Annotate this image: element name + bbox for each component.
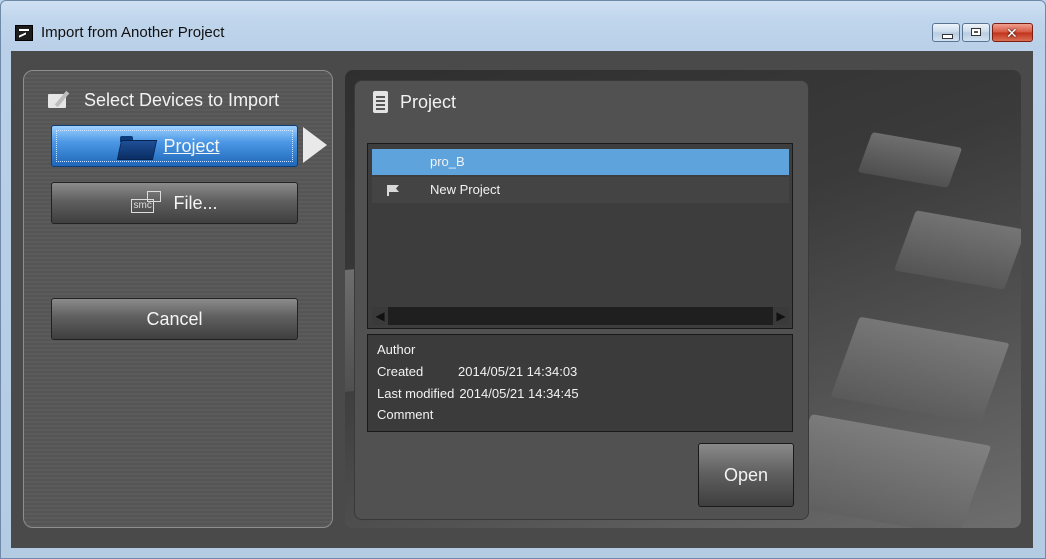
project-panel-title: Project bbox=[400, 91, 457, 112]
file-button[interactable]: File... bbox=[51, 182, 298, 224]
select-devices-title: Select Devices to Import bbox=[84, 89, 280, 110]
project-panel-header: Project bbox=[373, 91, 456, 113]
scroll-left-icon[interactable]: ◀ bbox=[372, 307, 388, 325]
open-button[interactable]: Open bbox=[698, 443, 794, 507]
maximize-icon bbox=[971, 28, 981, 36]
maximize-button[interactable] bbox=[962, 23, 990, 42]
window-title: Import from Another Project bbox=[41, 24, 225, 41]
smc-file-icon bbox=[131, 189, 165, 217]
minimize-button[interactable] bbox=[932, 23, 960, 42]
document-list-icon bbox=[373, 91, 388, 113]
project-button[interactable]: Project bbox=[51, 125, 298, 167]
author-label: Author bbox=[377, 342, 416, 357]
minimize-icon bbox=[942, 34, 953, 39]
project-button-label: Project bbox=[163, 135, 220, 156]
project-list[interactable]: pro_B New Project ◀ ▶ bbox=[367, 143, 793, 329]
list-item-label: pro_B bbox=[430, 154, 465, 169]
selection-arrow-icon bbox=[303, 127, 327, 163]
list-item-new-project[interactable]: New Project bbox=[372, 177, 789, 203]
horizontal-scrollbar[interactable]: ◀ ▶ bbox=[372, 307, 789, 325]
last-modified-label: Last modified bbox=[377, 386, 455, 401]
folder-icon bbox=[119, 134, 155, 158]
comment-row: Comment bbox=[377, 407, 456, 422]
created-value: 2014/05/21 14:34:03 bbox=[458, 364, 578, 379]
select-devices-header: Select Devices to Import bbox=[48, 90, 279, 110]
comment-label: Comment bbox=[377, 407, 434, 422]
last-modified-value: 2014/05/21 14:34:45 bbox=[459, 386, 579, 401]
close-button[interactable]: ✕ bbox=[992, 23, 1033, 42]
file-button-label: File... bbox=[173, 192, 218, 213]
open-button-label: Open bbox=[723, 464, 769, 485]
list-item-pro-b[interactable]: pro_B bbox=[372, 149, 789, 175]
flag-icon bbox=[387, 185, 401, 196]
list-item-label: New Project bbox=[430, 182, 501, 197]
close-icon: ✕ bbox=[1006, 25, 1018, 41]
app-icon bbox=[15, 25, 33, 41]
scroll-right-icon[interactable]: ▶ bbox=[773, 307, 789, 325]
last-modified-row: Last modified 2014/05/21 14:34:45 bbox=[377, 386, 579, 401]
created-label: Created bbox=[377, 364, 424, 379]
cancel-button-label: Cancel bbox=[146, 308, 203, 329]
edit-icon bbox=[48, 90, 72, 110]
cancel-button[interactable]: Cancel bbox=[51, 298, 298, 340]
author-row: Author bbox=[377, 342, 456, 357]
project-details: Author Created 2014/05/21 14:34:03 Last m… bbox=[367, 334, 793, 432]
created-row: Created 2014/05/21 14:34:03 bbox=[377, 364, 577, 379]
